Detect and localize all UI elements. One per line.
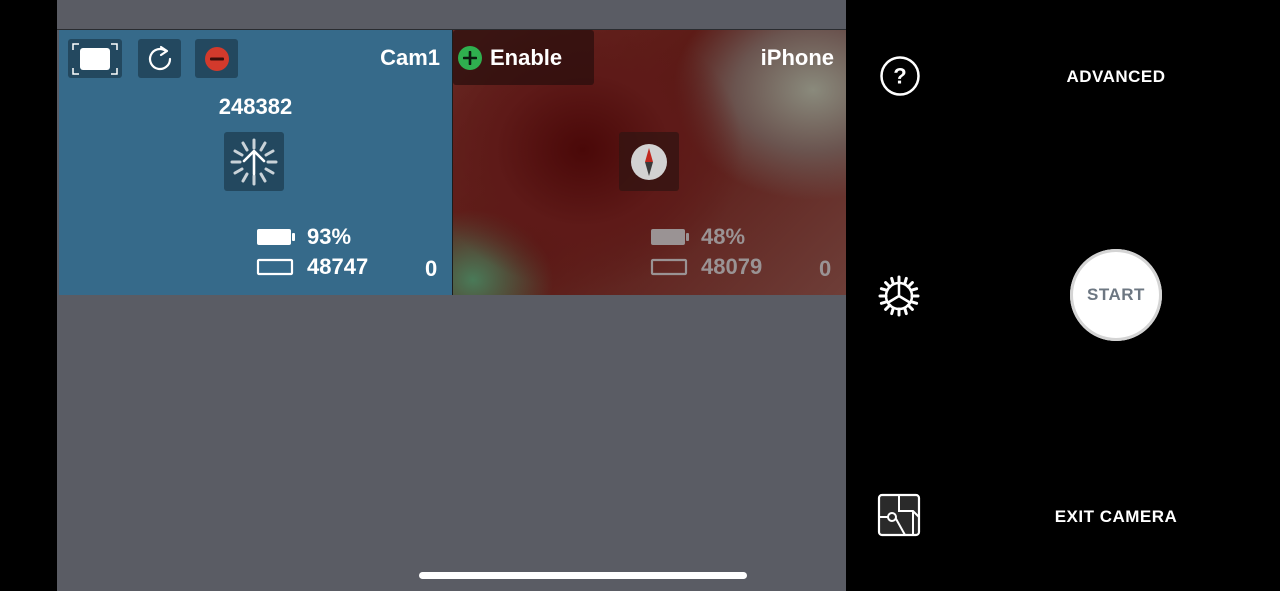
top-bar [57,0,846,30]
rotate-button[interactable] [138,39,181,78]
camera-name: Cam1 [380,45,440,70]
fullscreen-icon [72,42,118,75]
rotate-icon [148,45,171,70]
svg-text:?: ? [893,64,906,89]
upload-progress-icon [230,138,278,185]
settings-gear-icon [878,275,920,317]
camera-grid: Cam1 248382 93% 48747 0 Enable iPhone 48… [57,0,846,591]
storage-count: 48079 [701,254,763,279]
left-safe-area [0,0,57,591]
battery-percent: 48% [701,224,746,249]
remove-camera-button[interactable] [195,39,238,78]
compass-button[interactable] [619,132,679,191]
battery-icon [257,229,295,245]
exit-camera-button[interactable]: EXIT CAMERA [1026,507,1206,527]
battery-status: 93% [256,224,351,250]
upload-status-button[interactable] [224,132,284,191]
storage-icon [650,258,688,276]
camera-name: iPhone [760,45,834,70]
enable-label: Enable [490,44,563,70]
battery-status: 48% [650,224,745,250]
battery-icon [651,229,689,245]
plus-icon [458,45,482,70]
map-button[interactable] [877,493,921,537]
frame-count: 248382 [218,94,293,119]
settings-button[interactable] [878,275,920,317]
fullscreen-button[interactable] [68,39,122,78]
start-button[interactable]: START [1070,249,1162,341]
storage-count: 48747 [307,254,369,279]
map-icon [877,493,921,537]
help-button[interactable]: ? [879,55,921,97]
queue-count: 0 [425,256,438,281]
compass-icon [631,143,667,180]
advanced-button[interactable]: ADVANCED [1026,67,1206,87]
remove-icon [204,46,229,71]
enable-button[interactable]: Enable [453,30,594,85]
camera-panel-iphone[interactable]: Enable iPhone 48% 48079 0 [453,30,846,295]
camera-panel-cam1[interactable]: Cam1 248382 93% 48747 0 [59,30,452,295]
help-icon: ? [880,56,920,96]
control-panel: ? ADVANCED START EXIT CAMERA [846,0,1280,591]
storage-status: 48747 [256,254,368,280]
home-indicator[interactable] [419,572,747,579]
queue-count: 0 [819,256,832,281]
battery-percent: 93% [307,224,352,249]
storage-icon [256,258,294,276]
storage-status: 48079 [650,254,762,280]
